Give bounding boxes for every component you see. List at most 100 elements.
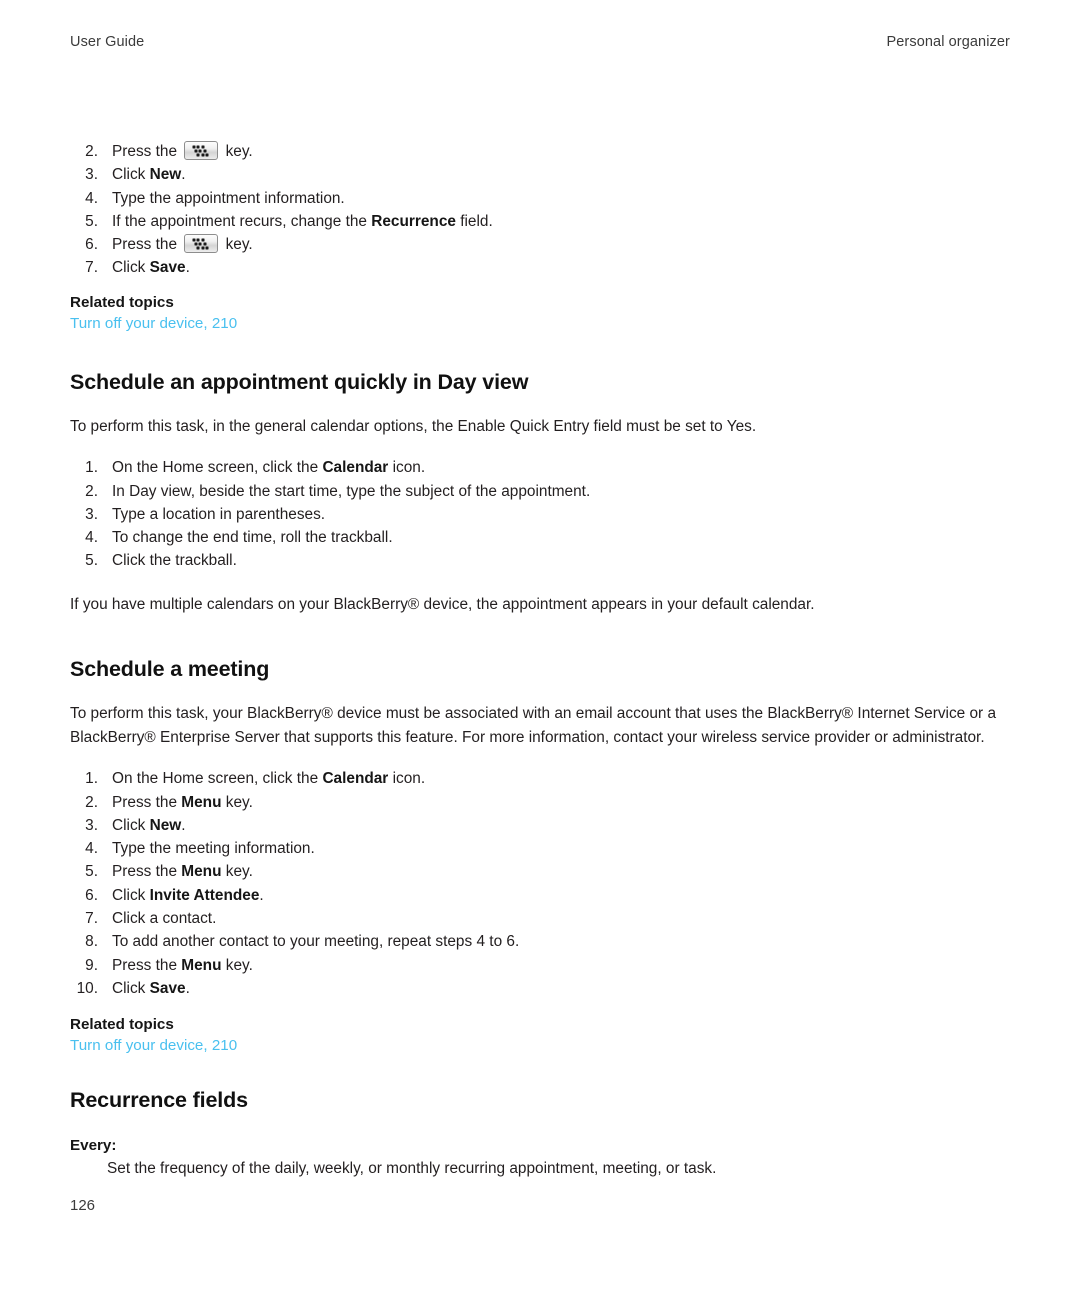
step-text-pre: If the appointment recurs, change the: [112, 212, 372, 230]
list-item: 3. Click New.: [70, 163, 1010, 186]
list-item-number: 10.: [76, 979, 98, 997]
list-item-text: On the Home screen, click the Calendar i…: [112, 770, 425, 787]
step-text-pre: Press the: [112, 793, 182, 811]
list-item-text: Type the appointment information.: [112, 190, 345, 207]
step-text-pre: Click: [112, 259, 150, 277]
definition-term: Every:: [70, 1137, 117, 1155]
step-text-post: key.: [221, 793, 253, 811]
list-item: 7. Click a contact.: [70, 907, 1010, 930]
list-item-text: Press the Menu key.: [112, 957, 253, 974]
list-item: 2. Press the Menu key.: [70, 791, 1010, 814]
header-left-text: User Guide: [70, 34, 145, 50]
list-item-text: Type the meeting information.: [112, 840, 315, 857]
step-text-emphasis: Save: [149, 979, 186, 997]
list-item-text: Press the Menu key.: [112, 863, 253, 880]
step-text-post: .: [185, 259, 190, 277]
list-item: 3. Type a location in parentheses.: [70, 503, 1010, 526]
list-item: 4. Type the meeting information.: [70, 837, 1010, 860]
day-view-steps-list: 1. On the Home screen, click the Calenda…: [70, 456, 1010, 572]
list-item: 9. Press the Menu key.: [70, 954, 1010, 977]
step-text-post: key.: [221, 236, 253, 254]
list-item-number: 2.: [85, 143, 98, 160]
step-text-post: key.: [221, 863, 253, 881]
document-page: User Guide Personal organizer 2. Press t…: [0, 0, 1080, 1296]
list-item: 5. If the appointment recurs, change the…: [70, 210, 1010, 233]
step-text-pre: Click: [112, 816, 150, 834]
list-item-number: 1.: [85, 459, 98, 477]
list-item-number: 8.: [85, 933, 98, 951]
step-text-post: .: [185, 979, 190, 997]
step-text-pre: To add another contact to your meeting, …: [112, 933, 520, 951]
step-text-emphasis: Calendar: [322, 459, 389, 477]
step-text-pre: Click: [112, 979, 150, 997]
step-text-pre: On the Home screen, click the: [112, 459, 323, 477]
blackberry-menu-key-icon: [184, 141, 219, 160]
related-topics-block: Related topics Turn off your device, 210: [70, 1014, 1010, 1057]
list-item-text: Press the key.: [112, 234, 253, 254]
step-text-emphasis: Menu: [181, 863, 222, 881]
list-item-text: Press the key.: [112, 141, 253, 160]
related-topics-block: Related topics Turn off your device, 210: [70, 292, 1010, 335]
step-text-pre: Click the trackball.: [112, 552, 237, 570]
step-text-post: .: [181, 166, 186, 184]
related-topics-title: Related topics: [70, 1016, 174, 1034]
step-text-emphasis: Menu: [181, 956, 222, 974]
step-text-emphasis: New: [149, 166, 182, 184]
step-text-pre: Press the: [112, 236, 182, 254]
list-item-text: Click Save.: [112, 259, 190, 276]
section-heading-recurrence-fields: Recurrence fields: [70, 1088, 248, 1113]
step-text-pre: Press the: [112, 143, 182, 160]
step-text-pre: Click a contact.: [112, 910, 217, 928]
page-content: 2. Press the key. 3. Click New. 4. Type …: [70, 140, 1010, 1181]
step-text-pre: Press the: [112, 863, 182, 881]
list-item-number: 3.: [85, 505, 98, 523]
section-heading-schedule-meeting: Schedule a meeting: [70, 657, 270, 682]
step-text-pre: Type the appointment information.: [112, 189, 345, 207]
step-text-emphasis: Recurrence: [371, 212, 456, 230]
list-item-number: 5.: [85, 863, 98, 881]
list-item: 6. Click Invite Attendee.: [70, 884, 1010, 907]
related-topic-link[interactable]: Turn off your device, 210: [70, 313, 237, 335]
list-item: 1. On the Home screen, click the Calenda…: [70, 456, 1010, 479]
step-text-post: .: [259, 886, 264, 904]
list-item-text: Type a location in parentheses.: [112, 506, 325, 523]
step-text-pre: Type a location in parentheses.: [112, 505, 326, 523]
meeting-steps-list: 1. On the Home screen, click the Calenda…: [70, 767, 1010, 1000]
list-item: 5. Click the trackball.: [70, 549, 1010, 572]
list-item: 8. To add another contact to your meetin…: [70, 930, 1010, 953]
list-item: 4. To change the end time, roll the trac…: [70, 526, 1010, 549]
list-item-text: Click Invite Attendee.: [112, 887, 264, 904]
definition-description: Set the frequency of the daily, weekly, …: [107, 1160, 717, 1178]
list-item-text: Click Save.: [112, 980, 190, 997]
blackberry-menu-key-icon: [184, 234, 219, 254]
step-text-post: .: [181, 816, 186, 834]
step-text-pre: To change the end time, roll the trackba…: [112, 529, 393, 547]
section-intro-paragraph: To perform this task, your BlackBerry® d…: [70, 705, 996, 746]
list-item: 6. Press the key.: [70, 233, 1010, 256]
appointment-steps-list: 2. Press the key. 3. Click New. 4. Type …: [70, 140, 1010, 280]
list-item-number: 9.: [85, 956, 98, 974]
definition-list: Every: Set the frequency of the daily, w…: [70, 1135, 1010, 1181]
list-item: 10. Click Save.: [70, 977, 1010, 1000]
list-item-text: Click the trackball.: [112, 552, 237, 569]
list-item-text: If the appointment recurs, change the Re…: [112, 213, 493, 230]
list-item: 5. Press the Menu key.: [70, 860, 1010, 883]
list-item-number: 5.: [85, 212, 98, 230]
header-right-text: Personal organizer: [886, 34, 1010, 50]
list-item-text: On the Home screen, click the Calendar i…: [112, 459, 425, 476]
list-item: 3. Click New.: [70, 814, 1010, 837]
step-text-emphasis: Save: [149, 259, 186, 277]
list-item-number: 5.: [85, 552, 98, 570]
step-text-post: field.: [455, 212, 493, 230]
list-item-text: Click a contact.: [112, 910, 216, 927]
step-text-emphasis: Invite Attendee: [149, 886, 260, 904]
list-item-number: 6.: [85, 236, 98, 254]
list-item: 2. In Day view, beside the start time, t…: [70, 480, 1010, 503]
step-text-post: key.: [221, 143, 253, 160]
list-item-number: 4.: [85, 840, 98, 858]
step-text-emphasis: Calendar: [322, 770, 389, 788]
list-item-number: 6.: [85, 886, 98, 904]
section-heading-day-view: Schedule an appointment quickly in Day v…: [70, 369, 529, 394]
related-topic-link[interactable]: Turn off your device, 210: [70, 1035, 237, 1057]
page-number: 126: [70, 1197, 96, 1214]
